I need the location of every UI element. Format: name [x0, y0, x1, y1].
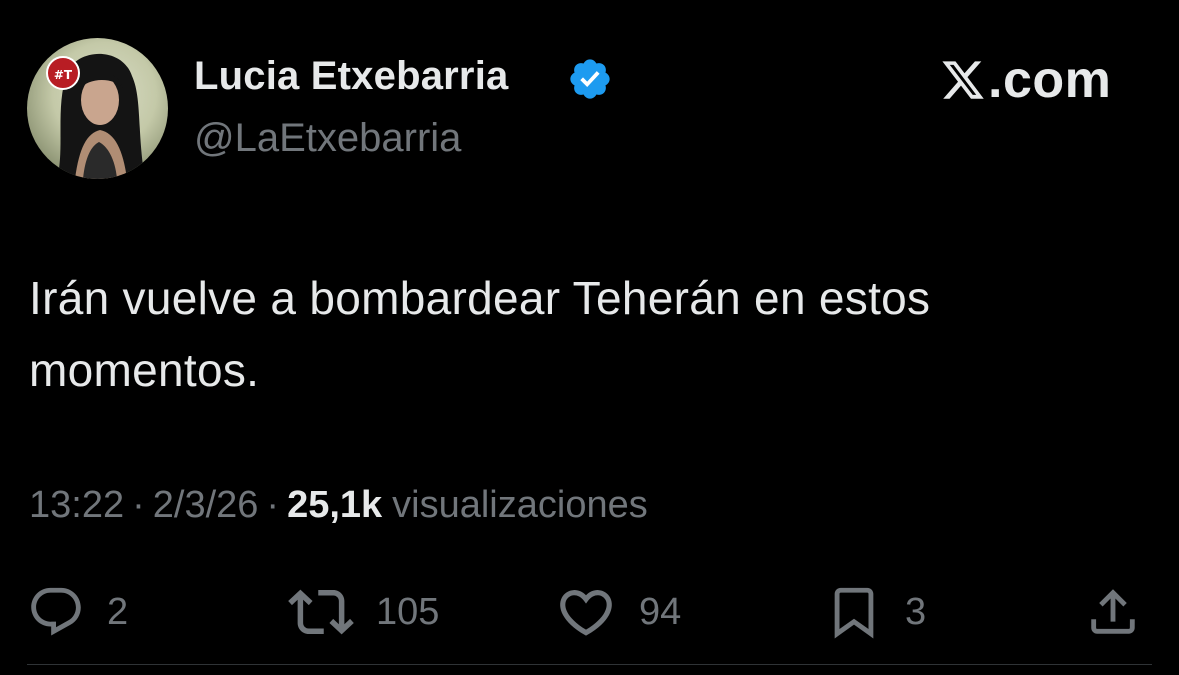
meta-separator: ·: [132, 484, 145, 526]
tweet-text: Irán vuelve a bombardear Teherán en esto…: [29, 272, 931, 396]
action-bar: 2 105 94 3: [0, 580, 1179, 644]
brand-domain: .com: [988, 51, 1112, 109]
bookmark-icon: [834, 587, 874, 639]
like-count: 94: [639, 590, 682, 633]
meta-separator: ·: [266, 484, 280, 526]
avatar[interactable]: #T: [27, 38, 168, 179]
tweet-meta: 13:22 · 2/3/26 · 25,1k visualizaciones: [29, 484, 648, 527]
tweet-date[interactable]: 2/3/26: [153, 484, 259, 527]
display-name[interactable]: Lucia Etxebarria: [194, 54, 508, 99]
avatar-photo: [57, 54, 145, 179]
x-logo-icon: [942, 61, 984, 99]
brand-logo: .com: [940, 50, 1111, 110]
reply-count: 2: [107, 590, 129, 633]
reply-button[interactable]: 2: [27, 580, 128, 644]
views-count: 25,1k: [287, 484, 383, 526]
retweet-button[interactable]: 105: [288, 580, 439, 644]
share-icon: [1091, 589, 1135, 634]
avatar-badge: #T: [46, 56, 80, 90]
verified-badge-icon: [570, 59, 610, 99]
heart-icon: [560, 590, 612, 636]
bookmark-count: 3: [905, 590, 927, 633]
divider: [27, 664, 1152, 665]
retweet-icon: [288, 589, 354, 635]
tweet-card: #T Lucia Etxebarria @LaEtxebarria .com I…: [0, 0, 1179, 675]
tweet-time[interactable]: 13:22: [29, 484, 124, 527]
views-label: visualizaciones: [392, 484, 648, 526]
user-handle[interactable]: @LaEtxebarria: [194, 116, 461, 161]
reply-icon: [31, 587, 81, 636]
share-button[interactable]: [1084, 580, 1142, 644]
like-button[interactable]: 94: [555, 580, 681, 644]
bookmark-button[interactable]: 3: [825, 580, 926, 644]
retweet-count: 105: [376, 590, 440, 633]
